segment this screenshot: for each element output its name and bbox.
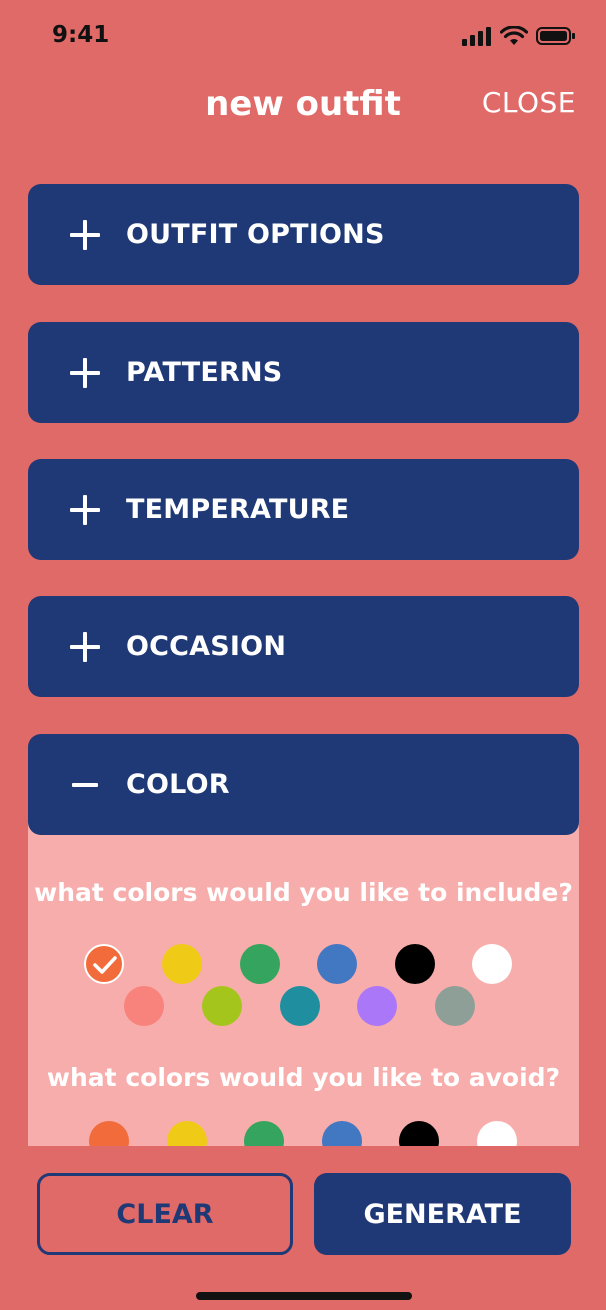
section-occasion[interactable]: OCCASION [28,596,579,697]
header: new outfit CLOSE [0,80,606,128]
include-swatch-purple[interactable] [357,986,397,1026]
section-patterns[interactable]: PATTERNS [28,322,579,423]
cellular-signal-icon [462,27,491,46]
include-swatch-black[interactable] [395,944,435,984]
plus-icon [68,490,108,530]
section-label: OUTFIT OPTIONS [126,219,385,250]
include-swatch-green[interactable] [240,944,280,984]
section-label: OCCASION [126,631,287,662]
include-swatch-yellow[interactable] [162,944,202,984]
section-label: PATTERNS [126,357,283,388]
include-swatch-teal[interactable] [280,986,320,1026]
avoid-swatch-green[interactable] [244,1121,284,1146]
section-label: TEMPERATURE [126,494,350,525]
include-swatch-blue[interactable] [317,944,357,984]
status-bar: 9:41 [0,0,606,70]
checkmark-icon [93,956,117,974]
wifi-icon [500,26,528,45]
section-color[interactable]: COLOR [28,734,579,835]
clear-button[interactable]: CLEAR [37,1173,293,1255]
battery-icon [536,27,575,45]
plus-icon [68,627,108,667]
include-swatch-salmon[interactable] [124,986,164,1026]
minus-icon [68,765,108,805]
plus-icon [68,215,108,255]
home-indicator[interactable] [196,1292,412,1300]
avoid-swatch-white[interactable] [477,1121,517,1146]
include-swatch-gray[interactable] [435,986,475,1026]
status-time: 9:41 [52,22,110,48]
avoid-swatch-yellow[interactable] [167,1121,207,1146]
avoid-question: what colors would you like to avoid? [46,1063,561,1092]
close-button[interactable]: CLOSE [482,86,576,119]
include-swatch-white[interactable] [472,944,512,984]
plus-icon [68,353,108,393]
avoid-swatch-black[interactable] [399,1121,439,1146]
section-outfit-options[interactable]: OUTFIT OPTIONS [28,184,579,285]
avoid-swatch-blue[interactable] [322,1121,362,1146]
include-swatch-orange[interactable] [84,944,124,984]
avoid-swatch-orange[interactable] [89,1121,129,1146]
section-label: COLOR [126,769,230,800]
generate-button[interactable]: GENERATE [314,1173,571,1255]
status-icons [462,26,576,46]
color-panel: what colors would you like to include? w… [28,800,579,1146]
include-swatch-lime[interactable] [202,986,242,1026]
section-temperature[interactable]: TEMPERATURE [28,459,579,560]
include-question: what colors would you like to include? [34,878,573,907]
